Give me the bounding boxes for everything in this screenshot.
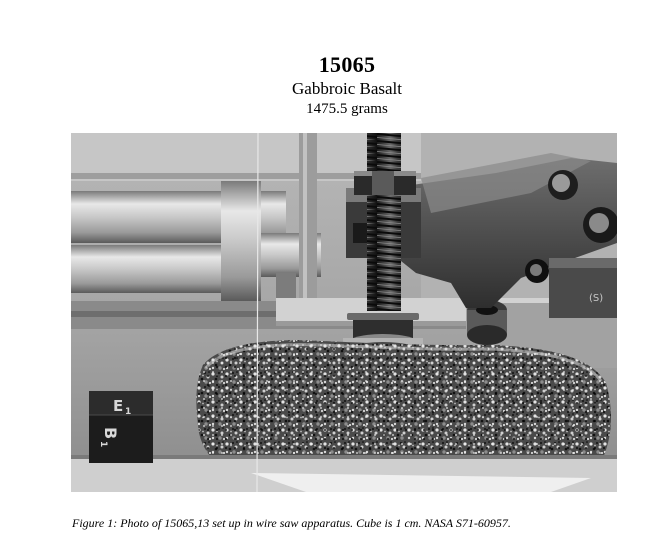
sample-mass: 1475.5 grams — [306, 101, 388, 117]
scale-cube: E 1 B 1 — [89, 391, 153, 463]
clamp-marking: (S) — [589, 293, 603, 304]
cube-label-side: B — [101, 427, 120, 439]
sample-photo-drawing: (S) E 1 B 1 — [71, 133, 617, 492]
sample-photo: (S) E 1 B 1 — [71, 133, 617, 492]
sample-number-title: 15065 — [318, 52, 376, 77]
cube-label-top-sub: 1 — [125, 407, 131, 417]
figure-caption: Figure 1: Photo of 15065,13 set up in wi… — [72, 516, 511, 530]
rock-type-subtitle: Gabbroic Basalt — [292, 79, 402, 98]
cube-label-top: E — [113, 397, 123, 415]
cube-label-side-sub: 1 — [98, 441, 108, 447]
